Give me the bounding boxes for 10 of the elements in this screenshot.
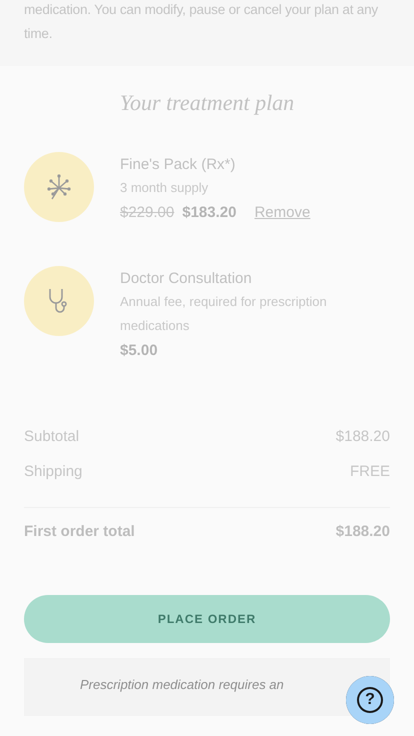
remove-link[interactable]: Remove — [254, 204, 310, 221]
section-title: Your treatment plan — [118, 90, 296, 116]
total-value: $188.20 — [336, 522, 390, 542]
item-name: Doctor Consultation — [120, 269, 253, 289]
total-label: First order total — [24, 522, 135, 542]
item-price: $5.00 — [120, 342, 158, 359]
help-button[interactable]: ? — [346, 676, 394, 724]
item-price: $183.20 — [182, 204, 236, 221]
item-name: Fine's Pack (Rx*) — [120, 155, 236, 175]
note-text: Prescription medication requires an — [80, 676, 285, 694]
